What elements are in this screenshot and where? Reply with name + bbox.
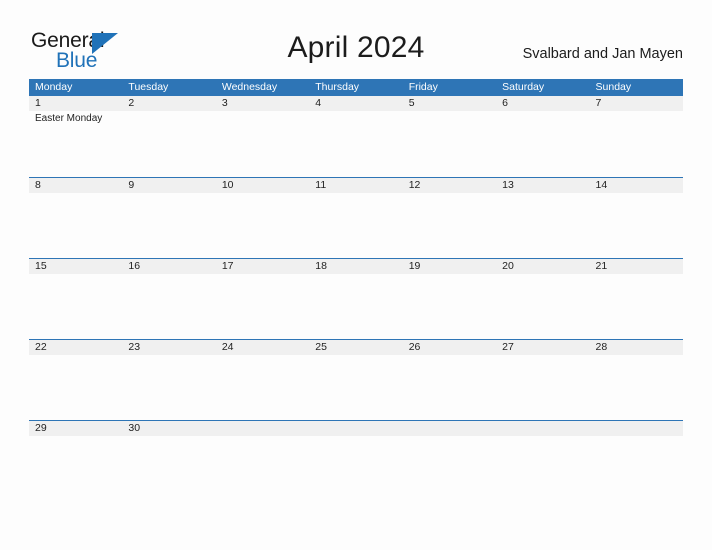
calendar-day-cell[interactable]: 24 — [215, 340, 310, 420]
day-number: 23 — [122, 340, 216, 355]
calendar-day-cell[interactable]: 12 — [402, 178, 497, 258]
calendar-day-cell-empty — [589, 421, 683, 501]
calendar-day-cell[interactable]: 10 — [215, 178, 310, 258]
day-number: 26 — [402, 340, 497, 355]
weekday-header-wednesday: Wednesday — [221, 81, 278, 93]
day-number: 14 — [589, 178, 683, 193]
calendar-grid: Monday Tuesday Wednesday Thursday Friday Satu… — [29, 79, 683, 501]
day-number: 5 — [402, 96, 497, 111]
calendar-day-cell[interactable]: 25 — [309, 340, 403, 420]
day-number: 11 — [309, 178, 403, 193]
calendar-day-cell[interactable]: 18 — [309, 259, 403, 339]
day-number: 6 — [496, 96, 590, 111]
calendar-week-row: 29 30 — [29, 420, 683, 501]
calendar-day-cell-empty — [215, 421, 310, 501]
day-number: 9 — [122, 178, 216, 193]
page-header: General Blue April 2024 Svalbard and Jan… — [0, 0, 712, 79]
day-number: 29 — [29, 421, 123, 436]
calendar-day-cell[interactable]: 28 — [589, 340, 683, 420]
day-number — [496, 421, 590, 436]
calendar-week-row: 1 Easter Monday 2 3 4 5 6 7 — [29, 96, 683, 177]
day-number: 2 — [122, 96, 216, 111]
calendar-week-row: 8 9 10 11 12 13 14 — [29, 177, 683, 258]
calendar-day-cell[interactable]: 20 — [496, 259, 590, 339]
calendar-day-cell[interactable]: 13 — [496, 178, 590, 258]
day-number: 21 — [589, 259, 683, 274]
calendar-day-cell[interactable]: 5 — [402, 96, 497, 177]
calendar-day-cell[interactable]: 17 — [215, 259, 310, 339]
weekday-header-friday: Friday — [408, 81, 438, 93]
day-number: 7 — [589, 96, 683, 111]
calendar-day-cell[interactable]: 23 — [122, 340, 216, 420]
day-number: 27 — [496, 340, 590, 355]
calendar-day-cell-empty — [309, 421, 403, 501]
day-number: 8 — [29, 178, 123, 193]
calendar-day-cell[interactable]: 27 — [496, 340, 590, 420]
day-number: 18 — [309, 259, 403, 274]
day-number: 15 — [29, 259, 123, 274]
weekday-header-thursday: Thursday — [315, 81, 360, 93]
calendar-day-cell[interactable]: 15 — [29, 259, 123, 339]
day-number: 30 — [122, 421, 216, 436]
weekday-header-row: Monday Tuesday Wednesday Thursday Friday Satu… — [29, 79, 683, 96]
day-events: Easter Monday — [29, 111, 122, 125]
day-number: 1 — [29, 96, 123, 111]
calendar-day-cell[interactable]: 1 Easter Monday — [29, 96, 123, 177]
day-number — [215, 421, 310, 436]
holiday-event: Easter Monday — [35, 113, 103, 124]
weekday-header-sunday: Sunday — [595, 81, 632, 93]
day-number: 17 — [215, 259, 310, 274]
calendar-day-cell[interactable]: 3 — [215, 96, 310, 177]
day-number — [589, 421, 683, 436]
calendar-day-cell[interactable]: 14 — [589, 178, 683, 258]
calendar-weeks: 1 Easter Monday 2 3 4 5 6 7 8 9 10 11 12 13 14 15 16 17 18… — [29, 96, 683, 501]
calendar-day-cell-empty — [496, 421, 590, 501]
day-number: 20 — [496, 259, 590, 274]
calendar-day-cell[interactable]: 30 — [122, 421, 216, 501]
calendar-day-cell[interactable]: 21 — [589, 259, 683, 339]
day-number: 24 — [215, 340, 310, 355]
day-number: 13 — [496, 178, 590, 193]
day-number: 19 — [402, 259, 497, 274]
day-number: 22 — [29, 340, 123, 355]
calendar-day-cell[interactable]: 19 — [402, 259, 497, 339]
calendar-week-row: 15 16 17 18 19 20 21 — [29, 258, 683, 339]
calendar-day-cell[interactable]: 26 — [402, 340, 497, 420]
day-number: 10 — [215, 178, 310, 193]
calendar-day-cell[interactable]: 11 — [309, 178, 403, 258]
calendar-day-cell-empty — [402, 421, 497, 501]
day-number — [309, 421, 403, 436]
weekday-header-tuesday: Tuesday — [128, 81, 169, 93]
calendar-day-cell[interactable]: 4 — [309, 96, 403, 177]
calendar-day-cell[interactable]: 29 — [29, 421, 123, 501]
day-number: 4 — [309, 96, 403, 111]
calendar-day-cell[interactable]: 8 — [29, 178, 123, 258]
day-number: 16 — [122, 259, 216, 274]
day-number: 25 — [309, 340, 403, 355]
day-number: 28 — [589, 340, 683, 355]
calendar-day-cell[interactable]: 7 — [589, 96, 683, 177]
weekday-header-saturday: Saturday — [502, 81, 545, 93]
day-number: 12 — [402, 178, 497, 193]
region-label: Svalbard and Jan Mayen — [522, 46, 683, 62]
calendar-day-cell[interactable]: 2 — [122, 96, 216, 177]
calendar-day-cell[interactable]: 6 — [496, 96, 590, 177]
weekday-header-monday: Monday — [35, 81, 73, 93]
calendar-day-cell[interactable]: 16 — [122, 259, 216, 339]
calendar-day-cell[interactable]: 9 — [122, 178, 216, 258]
calendar-day-cell[interactable]: 22 — [29, 340, 123, 420]
calendar-week-row: 22 23 24 25 26 27 28 — [29, 339, 683, 420]
day-number — [402, 421, 497, 436]
day-number: 3 — [215, 96, 310, 111]
